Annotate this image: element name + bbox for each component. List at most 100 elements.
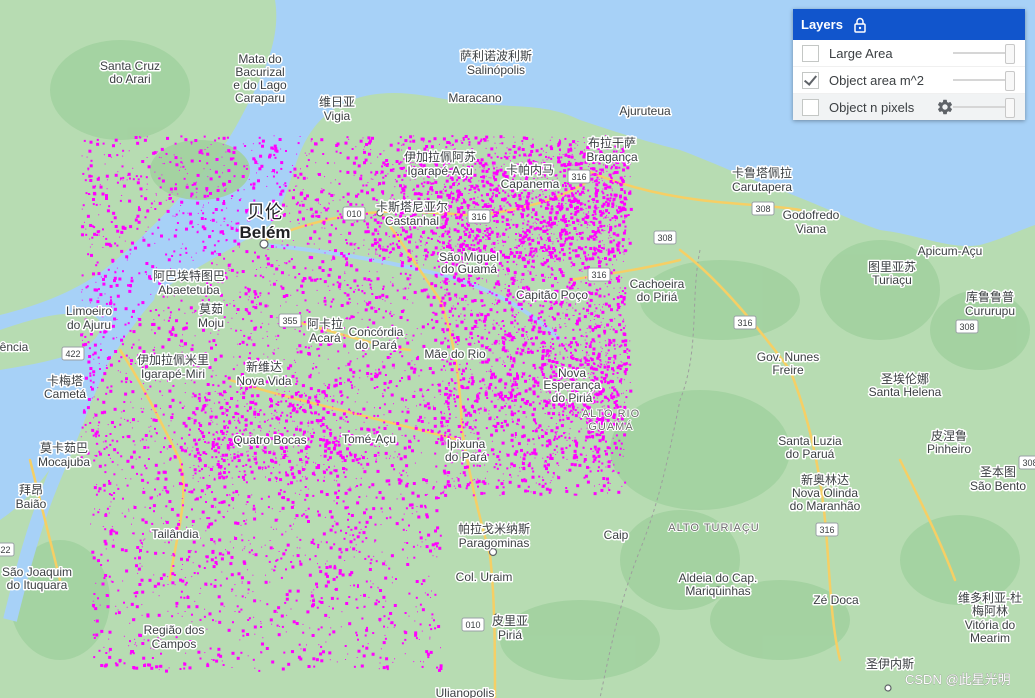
object-pixel — [251, 149, 253, 151]
object-pixel — [496, 232, 500, 236]
object-pixel — [252, 143, 254, 145]
object-pixel — [586, 260, 588, 262]
object-pixel — [323, 299, 327, 303]
object-pixel — [363, 220, 366, 223]
object-pixel — [454, 148, 456, 150]
object-pixel — [514, 319, 517, 322]
object-pixel — [533, 407, 536, 411]
object-pixel — [521, 333, 525, 337]
object-pixel — [609, 483, 611, 484]
object-pixel — [416, 184, 420, 188]
object-pixel — [321, 269, 325, 272]
object-pixel — [549, 453, 552, 456]
object-pixel — [601, 177, 603, 179]
object-pixel — [466, 204, 470, 208]
object-pixel — [191, 225, 194, 228]
object-pixel — [543, 319, 546, 322]
object-pixel — [426, 295, 430, 299]
object-pixel — [482, 480, 486, 484]
object-pixel — [143, 408, 145, 410]
object-pixel — [313, 243, 315, 245]
object-pixel — [221, 411, 225, 415]
object-pixel — [555, 426, 559, 430]
object-pixel — [507, 193, 509, 195]
object-pixel — [321, 222, 323, 224]
object-pixel — [147, 243, 151, 247]
object-pixel — [404, 287, 407, 290]
object-pixel — [605, 263, 608, 266]
object-pixel — [550, 417, 553, 419]
object-pixel — [357, 393, 359, 394]
object-pixel — [561, 451, 565, 454]
object-pixel — [190, 347, 194, 351]
object-pixel — [221, 438, 224, 441]
object-pixel — [448, 417, 451, 420]
object-pixel — [464, 318, 466, 320]
object-pixel — [154, 242, 156, 244]
object-pixel — [374, 307, 376, 309]
object-pixel — [113, 317, 117, 321]
object-pixel — [180, 161, 183, 164]
object-pixel — [603, 224, 606, 227]
object-pixel — [474, 319, 478, 323]
object-pixel — [347, 378, 351, 382]
object-pixel — [568, 251, 571, 254]
object-pixel — [402, 195, 405, 198]
object-pixel — [294, 246, 296, 248]
object-pixel — [129, 422, 131, 424]
object-pixel — [104, 293, 106, 295]
object-pixel — [291, 374, 295, 378]
object-pixel — [357, 288, 360, 291]
object-pixel — [352, 161, 356, 165]
object-pixel — [526, 451, 529, 454]
object-pixel — [168, 238, 170, 240]
object-pixel — [152, 322, 156, 326]
object-pixel — [363, 292, 366, 295]
object-pixel — [582, 203, 584, 205]
object-pixel — [378, 426, 381, 429]
object-pixel — [527, 438, 531, 442]
object-pixel — [412, 395, 416, 398]
object-pixel — [578, 463, 582, 467]
object-pixel — [592, 450, 594, 452]
object-pixel — [541, 371, 544, 373]
object-pixel — [82, 333, 84, 335]
object-pixel — [585, 420, 587, 422]
object-pixel — [365, 212, 368, 215]
object-pixel — [605, 352, 607, 354]
object-pixel — [477, 247, 480, 249]
object-pixel — [564, 194, 567, 197]
object-pixel — [450, 145, 452, 147]
object-pixel — [219, 230, 223, 234]
object-pixel — [514, 436, 516, 438]
object-pixel — [514, 270, 517, 273]
object-pixel — [533, 448, 537, 452]
object-pixel — [328, 268, 332, 272]
object-pixel — [277, 633, 281, 637]
object-pixel — [155, 193, 157, 195]
object-pixel — [375, 446, 377, 447]
object-pixel — [180, 247, 182, 249]
object-pixel — [527, 339, 529, 341]
object-pixel — [515, 450, 519, 454]
object-pixel — [382, 395, 385, 398]
object-pixel — [155, 309, 158, 311]
object-pixel — [539, 347, 541, 348]
object-pixel — [395, 385, 398, 388]
object-pixel — [592, 221, 596, 225]
object-pixel — [572, 249, 575, 252]
object-pixel — [506, 261, 509, 263]
object-pixel — [564, 317, 566, 319]
object-pixel — [163, 319, 165, 321]
object-pixel — [598, 439, 602, 443]
object-pixel — [531, 475, 535, 479]
object-pixel — [535, 336, 538, 340]
object-pixel — [89, 298, 93, 302]
object-pixel — [512, 311, 514, 313]
object-pixel — [332, 283, 335, 286]
object-pixel — [103, 447, 106, 450]
object-pixel — [498, 458, 501, 461]
object-pixel — [359, 413, 362, 415]
object-pixel — [572, 440, 573, 442]
object-pixel — [135, 175, 138, 178]
